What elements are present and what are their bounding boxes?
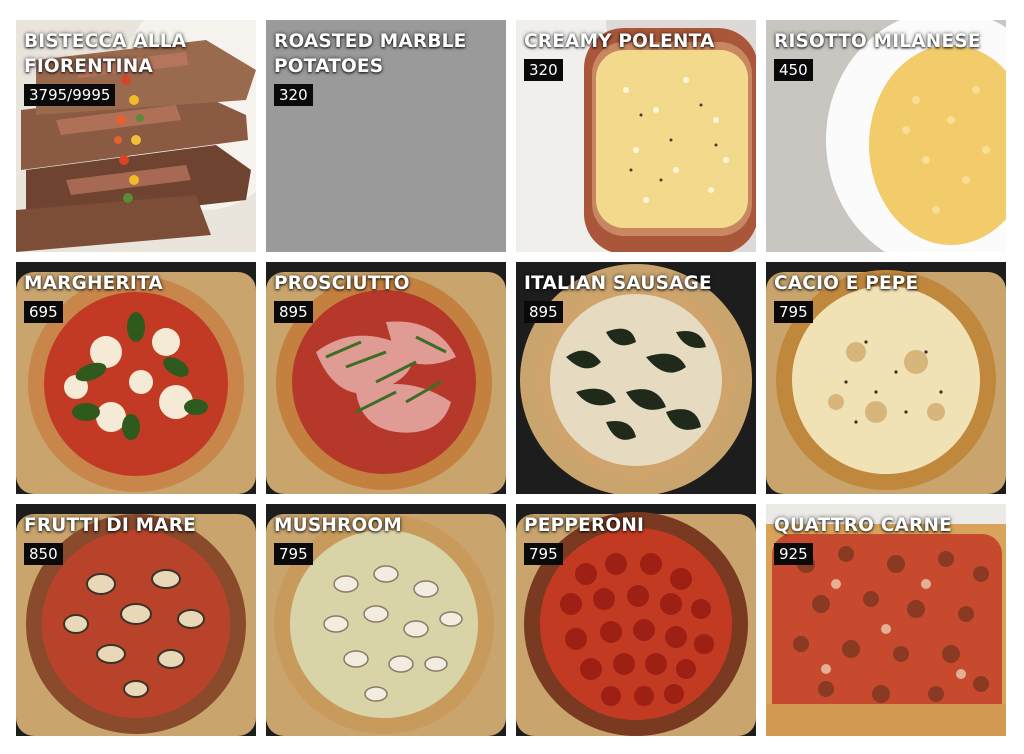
item-price: 320: [274, 84, 313, 106]
menu-item-margherita[interactable]: MARGHERITA 695: [16, 262, 256, 494]
item-price: 450: [774, 59, 813, 81]
menu-item-italian-sausage[interactable]: ITALIAN SAUSAGE 895: [516, 262, 756, 494]
item-name: CACIO E PEPE: [774, 273, 919, 294]
menu-item-creamy-polenta[interactable]: CREAMY POLENTA 320: [516, 20, 756, 252]
item-name: ROASTED MARBLE POTATOES: [274, 31, 467, 77]
item-name: FRUTTI DI MARE: [24, 515, 196, 536]
item-price: 695: [24, 301, 63, 323]
item-price: 895: [524, 301, 563, 323]
menu-item-frutti-di-mare[interactable]: FRUTTI DI MARE 850: [16, 504, 256, 736]
item-price: 850: [24, 543, 63, 565]
menu-grid: BISTECCA ALLA FIORENTINA 3795/9995 ROAST…: [16, 20, 1006, 736]
pizza-margherita-image: [16, 262, 256, 494]
item-name: QUATTRO CARNE: [774, 515, 952, 536]
menu-item-pepperoni[interactable]: PEPPERONI 795: [516, 504, 756, 736]
menu-item-prosciutto[interactable]: PROSCIUTTO 895: [266, 262, 506, 494]
item-name: RISOTTO MILANESE: [774, 31, 981, 52]
pizza-pepperoni-image: [516, 504, 756, 736]
pizza-prosciutto-image: [266, 262, 506, 494]
menu-item-cacio-e-pepe[interactable]: CACIO E PEPE 795: [766, 262, 1006, 494]
menu-item-quattro-carne[interactable]: QUATTRO CARNE 925: [766, 504, 1006, 736]
menu-item-bistecca[interactable]: BISTECCA ALLA FIORENTINA 3795/9995: [16, 20, 256, 252]
menu-item-mushroom[interactable]: MUSHROOM 795: [266, 504, 506, 736]
pizza-sausage-image: [516, 262, 756, 494]
item-name: MUSHROOM: [274, 515, 402, 536]
item-price: 320: [524, 59, 563, 81]
pizza-frutti-di-mare-image: [16, 504, 256, 736]
pizza-mushroom-image: [266, 504, 506, 736]
item-price: 895: [274, 301, 313, 323]
item-name: CREAMY POLENTA: [524, 31, 715, 52]
item-price: 795: [774, 301, 813, 323]
pizza-quattro-carne-image: [766, 504, 1006, 736]
pizza-cacio-e-pepe-image: [766, 262, 1006, 494]
menu-item-risotto-milanese[interactable]: RISOTTO MILANESE 450: [766, 20, 1006, 252]
item-name: PEPPERONI: [524, 515, 645, 536]
menu-item-roasted-marble-potatoes[interactable]: ROASTED MARBLE POTATOES 320: [266, 20, 506, 252]
item-price: 795: [274, 543, 313, 565]
polenta-image: [516, 20, 756, 252]
item-name: PROSCIUTTO: [274, 273, 410, 294]
item-price: 3795/9995: [24, 84, 116, 106]
item-name: MARGHERITA: [24, 273, 163, 294]
item-name: ITALIAN SAUSAGE: [524, 273, 712, 294]
item-price: 795: [524, 543, 563, 565]
item-price: 925: [774, 543, 813, 565]
item-name: BISTECCA ALLA FIORENTINA: [24, 31, 187, 77]
risotto-image: [766, 20, 1006, 252]
